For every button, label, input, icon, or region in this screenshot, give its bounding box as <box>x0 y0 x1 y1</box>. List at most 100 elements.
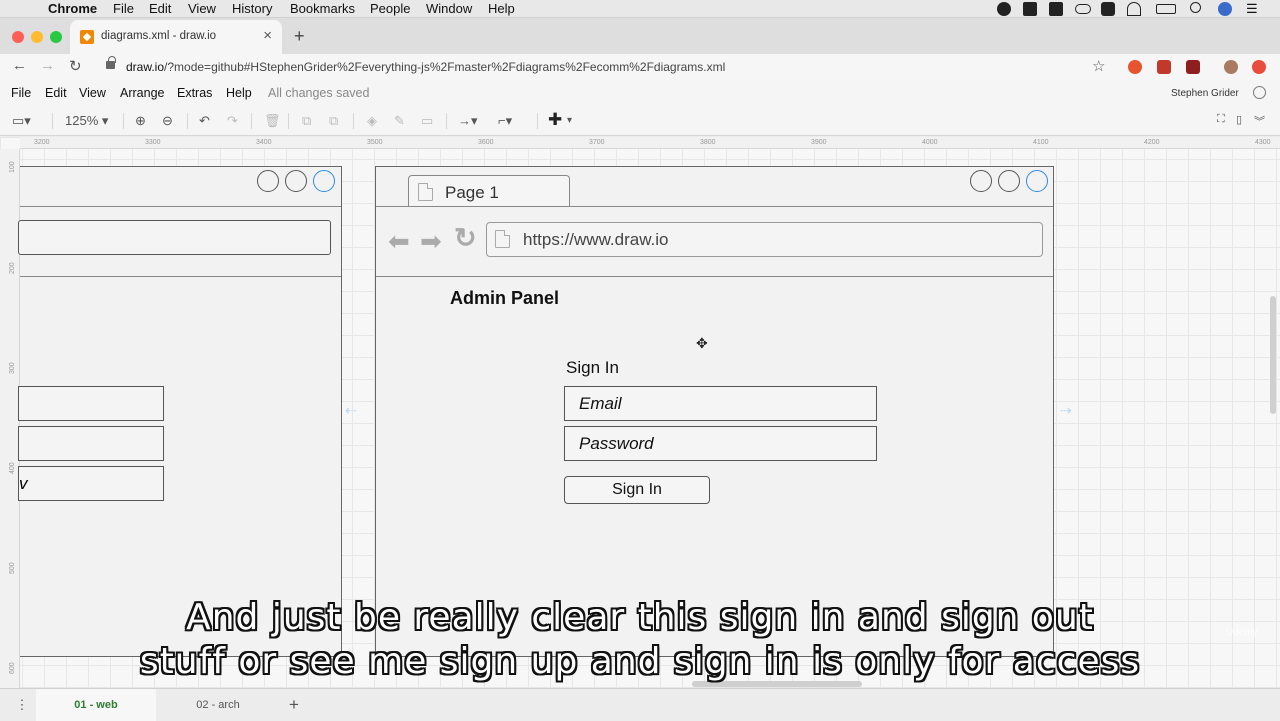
menubar-window[interactable]: Window <box>426 1 472 16</box>
toolbar-divider <box>446 113 447 129</box>
menubar-app-name[interactable]: Chrome <box>48 1 97 16</box>
insert-plus-icon[interactable]: ✚ <box>548 110 562 130</box>
address-bar[interactable]: draw.io/?mode=github#HStephenGrider%2Fev… <box>98 55 1116 79</box>
notification-center-icon[interactable]: ☰ <box>1246 1 1258 17</box>
battery-icon[interactable] <box>1156 4 1176 14</box>
delete-icon[interactable]: 🗑 <box>264 113 281 129</box>
user-name[interactable]: Stephen Grider <box>1171 88 1239 99</box>
collapse-icon[interactable]: ︾ <box>1254 113 1265 129</box>
ruler-label: 3700 <box>589 139 605 146</box>
toolbar-divider <box>123 113 124 129</box>
search-icon[interactable] <box>1190 2 1201 13</box>
main-browser-mockup[interactable]: Page 1 ⬅ ➡ ↻ https://www.draw.io Admin P… <box>375 166 1054 657</box>
drawio-menu-view[interactable]: View <box>79 86 106 100</box>
menubar-bookmarks[interactable]: Bookmarks <box>290 1 355 16</box>
zoom-out-icon[interactable]: ⊖ <box>162 113 173 129</box>
connection-icon[interactable]: →▾ <box>458 113 478 129</box>
drawio-menu-extras[interactable]: Extras <box>177 86 212 100</box>
to-back-icon[interactable]: ⧉ <box>329 113 338 129</box>
glasses-icon[interactable] <box>1075 4 1091 14</box>
mockup-input-box[interactable] <box>18 386 164 421</box>
left-browser-mockup[interactable]: v <box>18 166 342 657</box>
page-icon <box>495 230 510 248</box>
video-subtitle: And just be really clear this sign in an… <box>0 596 1280 684</box>
pages-menu-icon[interactable]: ⋮ <box>10 689 34 721</box>
shadow-icon[interactable]: ▭ <box>421 113 433 129</box>
sync-icon[interactable] <box>1049 2 1063 16</box>
profile-avatar[interactable] <box>1224 60 1238 74</box>
toolbar-divider <box>288 113 289 129</box>
drawio-menu-help[interactable]: Help <box>226 86 252 100</box>
menubar-view[interactable]: View <box>188 1 216 16</box>
format-panel-toggle-icon[interactable]: ▭▾ <box>12 113 31 129</box>
chevron-down-icon[interactable]: ▾ <box>567 115 572 126</box>
ruler-label: 3400 <box>256 139 272 146</box>
window-circle-icon <box>970 170 992 192</box>
to-front-icon[interactable]: ⧉ <box>302 113 311 129</box>
waypoints-icon[interactable]: ⌐▾ <box>498 113 512 129</box>
macos-menubar: Chrome File Edit View History Bookmarks … <box>0 0 1280 18</box>
lock-icon <box>106 56 116 69</box>
password-field[interactable]: Password <box>564 426 877 461</box>
mockup-input-box[interactable] <box>18 426 164 461</box>
menubar-people[interactable]: People <box>370 1 410 16</box>
browser-navigation-bar: ← → ↻ draw.io/?mode=github#HStephenGride… <box>0 54 1280 80</box>
add-page-icon[interactable]: + <box>282 689 306 721</box>
menubar-file[interactable]: File <box>113 1 134 16</box>
back-arrow-icon[interactable]: ← <box>12 57 27 74</box>
extension-icon-4[interactable] <box>1252 60 1266 74</box>
mockup-url-bar[interactable] <box>18 220 331 255</box>
mockup-page-tab[interactable]: Page 1 <box>408 175 570 207</box>
page-tab-web[interactable]: 01 - web <box>36 689 156 721</box>
reload-icon[interactable]: ↻ <box>69 57 82 75</box>
fill-color-icon[interactable]: ◈ <box>367 113 377 129</box>
password-field-placeholder: Password <box>579 434 654 453</box>
mockup-address-bar[interactable]: https://www.draw.io <box>486 222 1043 257</box>
sign-in-button[interactable]: Sign In <box>564 476 710 504</box>
zoom-dropdown[interactable]: 125% ▾ <box>65 113 108 129</box>
drawio-menu-edit[interactable]: Edit <box>45 86 67 100</box>
extension-icon-1[interactable] <box>1128 60 1142 74</box>
menubar-history[interactable]: History <box>232 1 272 16</box>
redo-icon[interactable]: ↷ <box>227 113 238 129</box>
wifi-icon[interactable] <box>1127 2 1141 16</box>
extension-icon-2[interactable] <box>1157 60 1171 74</box>
menubar-help[interactable]: Help <box>488 1 515 16</box>
window-close-button[interactable] <box>12 31 24 43</box>
ruler-label: 400 <box>9 462 16 474</box>
status-app-icon[interactable] <box>997 2 1011 16</box>
ruler-label: 500 <box>9 562 16 574</box>
connect-arrow-left-icon[interactable]: ⇠ <box>345 402 357 419</box>
window-circle-icon <box>313 170 335 192</box>
email-field[interactable]: Email <box>564 386 877 421</box>
new-tab-icon[interactable]: + <box>294 26 305 47</box>
close-tab-icon[interactable]: × <box>263 27 272 44</box>
drawio-menu-file[interactable]: File <box>11 86 31 100</box>
page-tab-arch[interactable]: 02 - arch <box>160 689 276 721</box>
siri-icon[interactable] <box>1218 2 1232 16</box>
bookmark-star-icon[interactable]: ☆ <box>1092 57 1105 75</box>
page-icon <box>418 183 433 201</box>
cloud-icon[interactable] <box>1101 2 1115 16</box>
window-circle-icon <box>285 170 307 192</box>
connect-arrow-right-icon[interactable]: ⇢ <box>1060 402 1072 419</box>
zoom-in-icon[interactable]: ⊕ <box>135 113 146 129</box>
line-color-icon[interactable]: ✎ <box>394 113 405 129</box>
forward-arrow-icon[interactable]: → <box>40 57 55 74</box>
evernote-icon[interactable] <box>1023 2 1037 16</box>
drawio-menu-arrange[interactable]: Arrange <box>120 86 164 100</box>
window-minimize-button[interactable] <box>31 31 43 43</box>
browser-tab[interactable]: diagrams.xml - draw.io × <box>70 20 282 54</box>
vertical-scrollbar[interactable] <box>1270 296 1276 414</box>
mockup-divider <box>376 206 1053 207</box>
undo-icon[interactable]: ↶ <box>199 113 210 129</box>
menubar-edit[interactable]: Edit <box>149 1 171 16</box>
ruler-label: 200 <box>9 262 16 274</box>
extension-icon-3[interactable] <box>1186 60 1200 74</box>
url-text[interactable]: draw.io/?mode=github#HStephenGrider%2Fev… <box>126 60 725 74</box>
fullscreen-icon[interactable]: ⛶ <box>1217 113 1225 126</box>
format-panel-icon[interactable]: ▯ <box>1236 113 1242 126</box>
window-zoom-button[interactable] <box>50 31 62 43</box>
globe-icon[interactable] <box>1253 86 1266 99</box>
mockup-input-box[interactable]: v <box>18 466 164 501</box>
